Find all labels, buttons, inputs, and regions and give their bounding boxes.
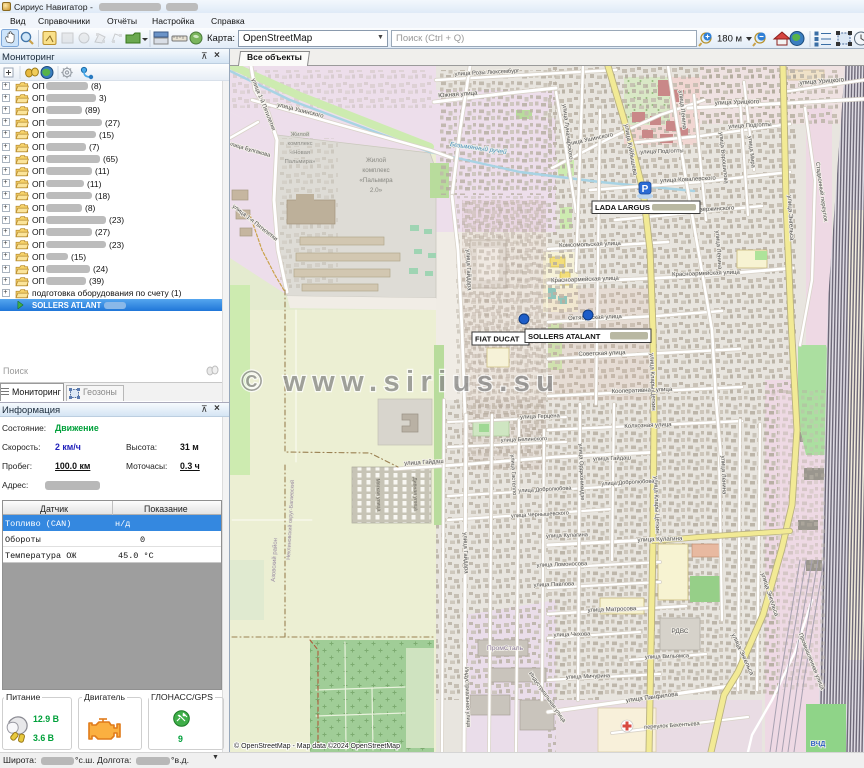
svg-text:LADA LARGUS: LADA LARGUS [595,203,650,212]
svg-text:Жилой: Жилой [366,156,387,164]
svg-text:РДВС: РДВС [671,628,689,635]
svg-text:© OpenStreetMap - Map data ©20: © OpenStreetMap - Map data ©2024 OpenStr… [234,742,400,750]
svg-text:Жилой: Жилой [291,131,310,138]
svg-text:Мягкая улица: Мягкая улица [374,478,381,511]
svg-text:P: P [642,184,649,195]
svg-text:улица Гайдара: улица Гайдара [464,249,472,291]
svg-text:«Новая: «Новая [290,150,310,156]
svg-text:© www.sirius.su: © www.sirius.su [241,366,560,398]
svg-text:улица Гайдара: улица Гайдара [461,532,469,574]
svg-text:ПромСталь: ПромСталь [487,645,524,652]
svg-text:180 м: 180 м [717,34,742,45]
svg-text:«Пальмира: «Пальмира [359,177,393,184]
svg-text:улица Гайдаш: улица Гайдаш [593,454,632,462]
svg-text:FIAT DUCAT: FIAT DUCAT [475,335,520,344]
svg-text:ВЧД: ВЧД [811,741,826,748]
svg-text:комплекс: комплекс [362,167,389,174]
svg-text:2.0»: 2.0» [370,187,383,194]
svg-text:Дивная улица: Дивная улица [411,477,418,511]
svg-text:Пальмира»: Пальмира» [285,159,316,165]
svg-text:SOLLERS ATALANT: SOLLERS ATALANT [528,332,601,341]
svg-text:комплекс: комплекс [287,141,312,147]
